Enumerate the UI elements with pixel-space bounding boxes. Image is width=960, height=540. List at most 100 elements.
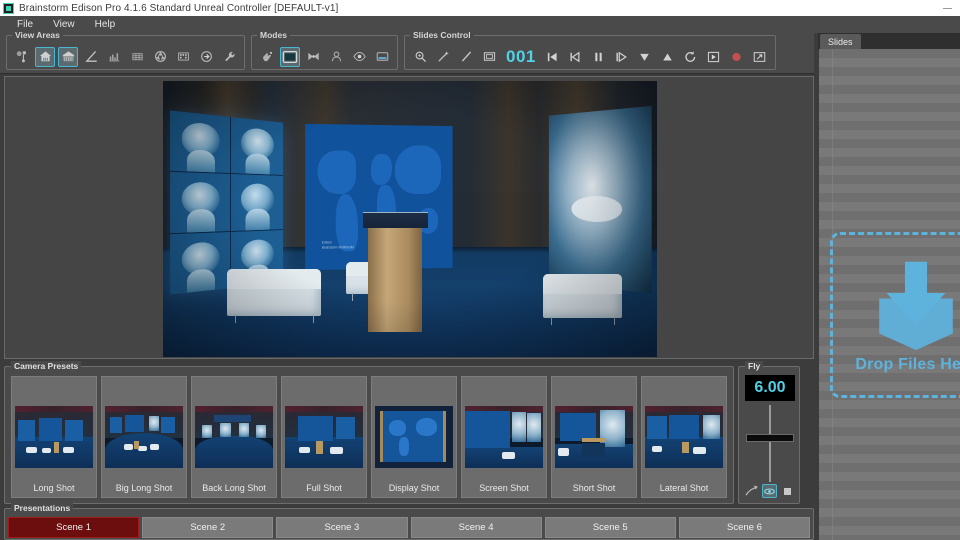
window-controls [934, 0, 960, 16]
record-icon[interactable] [727, 47, 747, 67]
tab-slides[interactable]: Slides [820, 34, 861, 49]
wrench-icon[interactable] [219, 47, 239, 67]
loop-icon[interactable] [681, 47, 701, 67]
view-areas-title: View Areas [12, 30, 63, 40]
camera-presets-panel: Camera Presets Long Shot [4, 366, 734, 504]
scene-tab-1[interactable]: Scene 1 [8, 517, 139, 538]
arrow-up-icon[interactable] [658, 47, 678, 67]
angle-tool-icon[interactable] [81, 47, 101, 67]
screen-mode-icon[interactable] [280, 47, 300, 67]
export-icon[interactable] [704, 47, 724, 67]
toolbar-group-modes: Modes [251, 35, 398, 70]
camera-preset-screen-shot[interactable]: Screen Shot [461, 376, 547, 498]
play-step-icon[interactable] [612, 47, 632, 67]
chart-bars-icon[interactable] [104, 47, 124, 67]
camera-preset-back-long-shot[interactable]: Back Long Shot [191, 376, 277, 498]
fly-path-icon[interactable] [744, 484, 759, 498]
preset-label: Display Shot [372, 483, 456, 493]
menu-item-help[interactable]: Help [86, 18, 125, 31]
fly-title: Fly [745, 361, 763, 371]
download-arrow-icon [870, 256, 960, 354]
scene-tab-3[interactable]: Scene 3 [276, 517, 407, 538]
lower-third-icon[interactable] [372, 47, 392, 67]
preset-label: Big Long Shot [102, 483, 186, 493]
preset-label: Back Long Shot [192, 483, 276, 493]
viewport-panel: Edison Brainstorm Multimedia [4, 76, 814, 359]
camera-presets-title: Camera Presets [11, 361, 81, 371]
zoom-icon[interactable] [410, 47, 430, 67]
hand-pointer-icon[interactable] [257, 47, 277, 67]
window-title: Brainstorm Edison Pro 4.1.6 Standard Unr… [19, 3, 338, 14]
frame-icon[interactable] [479, 47, 499, 67]
preset-thumbnail [555, 406, 632, 468]
slides-tab-row: Slides [818, 33, 960, 49]
toolbar-group-view-areas: View Areas [6, 35, 245, 70]
multi-view-icon[interactable] [58, 47, 78, 67]
preset-thumbnail [15, 406, 92, 468]
app-logo-icon [3, 3, 14, 14]
menu-bar: File View Help [0, 16, 960, 33]
scene-tab-6[interactable]: Scene 6 [679, 517, 810, 538]
preset-label: Short Shot [552, 483, 636, 493]
toolbar-strip: View Areas [0, 33, 817, 74]
preset-label: Long Shot [12, 483, 96, 493]
presentations-panel: Presentations Scene 1 Scene 2 Scene 3 Sc… [4, 508, 814, 540]
arrow-down-icon[interactable] [635, 47, 655, 67]
fly-buttons [744, 483, 796, 499]
preset-thumbnail [105, 406, 182, 468]
slides-panel: Slides Drop Files Here [818, 33, 960, 540]
scene-tab-4[interactable]: Scene 4 [411, 517, 542, 538]
stop-icon[interactable] [780, 484, 795, 498]
slide-number-display: 001 [502, 47, 540, 67]
toolbar-group-slides-control: Slides Control 001 [404, 35, 776, 70]
bowtie-icon[interactable] [303, 47, 323, 67]
preset-thumbnail [465, 406, 542, 468]
eye-icon[interactable] [349, 47, 369, 67]
fly-slider-handle[interactable] [746, 434, 794, 442]
preset-label: Screen Shot [462, 483, 546, 493]
home-view-icon[interactable] [35, 47, 55, 67]
grid-icon[interactable] [127, 47, 147, 67]
line-tool-icon[interactable] [456, 47, 476, 67]
drop-files-label: Drop Files Here [855, 356, 960, 374]
stage-vignette [163, 81, 657, 357]
scene-tab-2[interactable]: Scene 2 [142, 517, 273, 538]
fly-orbit-icon[interactable] [762, 484, 777, 498]
preset-label: Full Shot [282, 483, 366, 493]
output-screen-icon[interactable] [750, 47, 770, 67]
slides-control-title: Slides Control [410, 30, 474, 40]
preset-thumbnail [645, 406, 722, 468]
arrow-circle-icon[interactable] [196, 47, 216, 67]
shutter-icon[interactable] [150, 47, 170, 67]
camera-preset-long-shot[interactable]: Long Shot [11, 376, 97, 498]
camera-preset-short-shot[interactable]: Short Shot [551, 376, 637, 498]
presentations-title: Presentations [11, 503, 73, 513]
slides-list[interactable]: Drop Files Here [819, 49, 960, 540]
fly-value-display[interactable]: 6.00 [745, 375, 795, 401]
preset-thumbnail [375, 406, 452, 468]
camera-preset-full-shot[interactable]: Full Shot [281, 376, 367, 498]
scene-tabs: Scene 1 Scene 2 Scene 3 Scene 4 Scene 5 … [8, 517, 810, 538]
camera-preset-display-shot[interactable]: Display Shot [371, 376, 457, 498]
minimize-icon[interactable] [934, 0, 960, 16]
fly-slider-track[interactable] [769, 405, 771, 482]
pixel-grid-icon[interactable] [173, 47, 193, 67]
fly-panel: Fly 6.00 [738, 366, 800, 504]
application-window: Brainstorm Edison Pro 4.1.6 Standard Unr… [0, 0, 960, 540]
pause-icon[interactable] [589, 47, 609, 67]
drop-files-zone[interactable]: Drop Files Here [830, 232, 960, 398]
title-bar: Brainstorm Edison Pro 4.1.6 Standard Unr… [0, 0, 960, 16]
camera-preset-big-long-shot[interactable]: Big Long Shot [101, 376, 187, 498]
step-back-icon[interactable] [566, 47, 586, 67]
scene-tab-5[interactable]: Scene 5 [545, 517, 676, 538]
person-icon[interactable] [326, 47, 346, 67]
camera-presets-row: Long Shot Big Long Shot [11, 376, 727, 498]
preset-thumbnail [285, 406, 362, 468]
scene-tree-icon[interactable] [12, 47, 32, 67]
virtual-studio-preview[interactable]: Edison Brainstorm Multimedia [163, 81, 657, 357]
skip-to-start-icon[interactable] [543, 47, 563, 67]
preset-thumbnail [195, 406, 272, 468]
preset-label: Lateral Shot [642, 483, 726, 493]
camera-preset-lateral-shot[interactable]: Lateral Shot [641, 376, 727, 498]
magic-wand-icon[interactable] [433, 47, 453, 67]
